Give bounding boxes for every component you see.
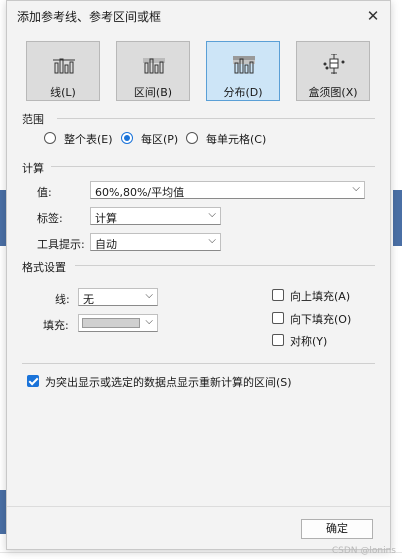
fill-color-swatch	[82, 318, 140, 328]
line-chart-icon	[53, 58, 75, 74]
dialog-title: 添加参考线、参考区间或框	[17, 10, 162, 24]
chevron-down-icon: ⌵	[352, 183, 360, 194]
fill-color-dropdown[interactable]: ⌵	[78, 314, 158, 332]
highlight-recalc-label: 为突出显示或选定的数据点显示重新计算的区间(S)	[45, 376, 292, 389]
type-button-label: 区间(B)	[133, 86, 173, 99]
value-label: 值:	[37, 186, 52, 199]
highlight-recalc-checkbox[interactable]	[27, 375, 39, 387]
line-style-label: 线:	[55, 293, 70, 306]
tooltip-dropdown[interactable]: 自动 ⌵	[90, 233, 221, 251]
type-button-label: 盒须图(X)	[308, 86, 358, 99]
label-dropdown[interactable]: 计算 ⌵	[90, 207, 221, 225]
line-style-text: 无	[83, 293, 94, 306]
symmetric-label: 对称(Y)	[290, 335, 328, 348]
tooltip-label: 工具提示:	[37, 238, 85, 251]
fill-label: 填充:	[43, 319, 69, 332]
ok-button[interactable]: 确定	[301, 519, 373, 539]
reference-line-dialog: 添加参考线、参考区间或框 ✕ 线(L) 区间(B) 分布(D) 盒须图(X) 范…	[6, 0, 391, 550]
fill-down-label: 向下填充(O)	[290, 313, 352, 326]
chevron-down-icon: ⌵	[208, 209, 216, 220]
scope-divider	[57, 118, 375, 119]
scope-radio-pane[interactable]	[121, 132, 133, 144]
fill-down-checkbox[interactable]	[272, 312, 284, 324]
options-divider	[22, 363, 375, 364]
value-dropdown[interactable]: 60%,80%/平均值 ⌵	[90, 181, 365, 199]
scope-radio-cell[interactable]	[186, 132, 198, 144]
format-divider	[75, 265, 375, 266]
box-whisker-icon	[323, 54, 345, 74]
dialog-titlebar: 添加参考线、参考区间或框 ✕	[7, 1, 390, 31]
tooltip-dropdown-text: 自动	[95, 238, 117, 251]
scope-label-pane: 每区(P)	[141, 133, 179, 146]
compute-divider	[51, 166, 375, 167]
band-chart-icon	[143, 58, 165, 74]
distribution-chart-icon	[233, 56, 255, 74]
footer-divider	[7, 506, 390, 507]
label-label: 标签:	[37, 212, 63, 225]
watermark: CSDN @lonins	[331, 546, 396, 556]
line-style-dropdown[interactable]: 无 ⌵	[78, 288, 158, 306]
fill-up-checkbox[interactable]	[272, 289, 284, 301]
type-button-label: 线(L)	[50, 86, 76, 99]
type-button-line[interactable]: 线(L)	[26, 41, 100, 101]
value-dropdown-text: 60%,80%/平均值	[95, 186, 185, 199]
chevron-down-icon: ⌵	[145, 316, 153, 327]
format-heading: 格式设置	[22, 261, 66, 274]
chevron-down-icon: ⌵	[208, 235, 216, 246]
type-button-band[interactable]: 区间(B)	[116, 41, 190, 101]
scope-label-table: 整个表(E)	[64, 133, 113, 146]
label-dropdown-text: 计算	[95, 212, 117, 225]
scope-radio-table[interactable]	[44, 132, 56, 144]
type-button-box-whisker[interactable]: 盒须图(X)	[296, 41, 370, 101]
scope-label-cell: 每单元格(C)	[206, 133, 267, 146]
compute-heading: 计算	[22, 162, 44, 175]
symmetric-checkbox[interactable]	[272, 334, 284, 346]
scope-heading: 范围	[22, 113, 44, 126]
close-icon[interactable]: ✕	[362, 5, 384, 27]
fill-up-label: 向上填充(A)	[290, 290, 351, 303]
background-panel-right	[393, 190, 402, 246]
type-button-label: 分布(D)	[223, 86, 263, 99]
type-button-distribution[interactable]: 分布(D)	[206, 41, 280, 101]
chevron-down-icon: ⌵	[145, 290, 153, 301]
